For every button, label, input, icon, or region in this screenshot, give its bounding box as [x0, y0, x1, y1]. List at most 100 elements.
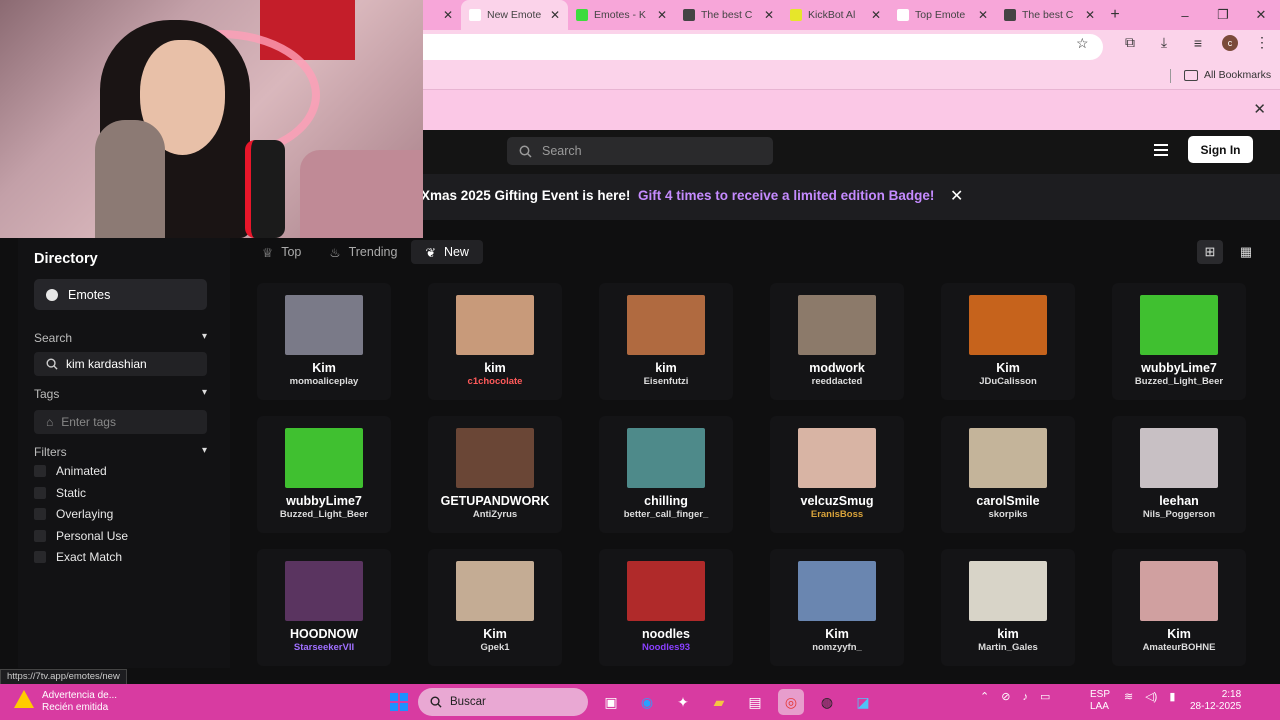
search-section-toggle[interactable]: Search ▾ — [34, 331, 207, 345]
emote-author[interactable]: skorpiks — [941, 509, 1075, 520]
browser-tab[interactable]: The best C ✕ — [996, 0, 1103, 30]
tags-section-toggle[interactable]: Tags ▾ — [34, 387, 207, 401]
download-icon[interactable]: ⤓ — [1154, 34, 1174, 51]
tab-trending[interactable]: ♨ Trending — [315, 240, 411, 264]
tab-new[interactable]: ❦ New — [411, 240, 483, 264]
filter-animated[interactable]: Animated — [34, 464, 107, 478]
chrome-icon[interactable]: ◎ — [778, 689, 804, 715]
tray-app-icon[interactable]: ▭ — [1040, 690, 1050, 703]
bookmark-star-icon[interactable]: ☆ — [1076, 35, 1089, 52]
browser-tab[interactable]: ✕ — [423, 0, 461, 30]
browser-tab[interactable]: Emotes - K ✕ — [568, 0, 675, 30]
address-input[interactable] — [423, 34, 1103, 60]
emote-author[interactable]: Martin_Gales — [941, 642, 1075, 653]
emote-author[interactable]: Buzzed_Light_Beer — [1112, 376, 1246, 387]
browser-tab-active[interactable]: New Emote ✕ — [461, 0, 568, 30]
emote-author[interactable]: nomzyyfn_ — [770, 642, 904, 653]
filters-section-toggle[interactable]: Filters ▾ — [34, 445, 207, 459]
emote-card[interactable]: GETUPANDWORK AntiZyrus — [428, 416, 562, 533]
close-tab-icon[interactable]: ✕ — [871, 8, 881, 22]
emote-card[interactable]: Kim Gpek1 — [428, 549, 562, 666]
emote-card[interactable]: Kim JDuCalisson — [941, 283, 1075, 400]
emote-author[interactable]: AmateurBOHNE — [1112, 642, 1246, 653]
emote-author[interactable]: Noodles93 — [599, 642, 733, 653]
filter-checkbox[interactable] — [34, 530, 46, 542]
new-tab-icon[interactable]: + — [1103, 6, 1127, 24]
close-tab-icon[interactable]: ✕ — [978, 8, 988, 22]
browser-tab[interactable]: Top Emote ✕ — [889, 0, 996, 30]
close-tab-icon[interactable]: ✕ — [443, 8, 453, 22]
emote-author[interactable]: JDuCalisson — [941, 376, 1075, 387]
taskbar-search[interactable]: Buscar — [418, 688, 588, 716]
emote-author[interactable]: better_call_finger_ — [599, 509, 733, 520]
close-banner-icon[interactable]: ✕ — [950, 186, 963, 206]
emote-card[interactable]: Kim AmateurBOHNE — [1112, 549, 1246, 666]
close-tab-icon[interactable]: ✕ — [657, 8, 667, 22]
emote-card[interactable]: HOODNOW StarseekerVII — [257, 549, 391, 666]
emote-author[interactable]: momoaliceplay — [257, 376, 391, 387]
extensions-icon[interactable]: ⧉ — [1120, 34, 1140, 51]
emote-search-input[interactable]: kim kardashian — [34, 352, 207, 376]
filter-static[interactable]: Static — [34, 486, 86, 500]
tags-input[interactable]: ⌂ Enter tags — [34, 410, 207, 434]
app-icon[interactable]: ◪ — [850, 689, 876, 715]
chevron-up-icon[interactable]: ⌃ — [980, 690, 989, 703]
language-indicator[interactable]: ESP LAA — [1090, 689, 1110, 713]
emote-card[interactable]: wubbyLime7 Buzzed_Light_Beer — [257, 416, 391, 533]
volume-icon[interactable]: ◁) — [1145, 690, 1157, 703]
browser-tab[interactable]: KickBot Al ✕ — [782, 0, 889, 30]
close-infobar-icon[interactable]: ✕ — [1253, 100, 1266, 118]
close-tab-icon[interactable]: ✕ — [764, 8, 774, 22]
emote-card[interactable]: leehan Nils_Poggerson — [1112, 416, 1246, 533]
filter-checkbox[interactable] — [34, 551, 46, 563]
grid-large-view-icon[interactable]: ⊞ — [1197, 240, 1223, 264]
battery-icon[interactable]: ▮ — [1169, 690, 1175, 703]
emote-card[interactable]: kim Martin_Gales — [941, 549, 1075, 666]
copilot-icon[interactable]: ✦ — [670, 689, 696, 715]
emote-card[interactable]: noodles Noodles93 — [599, 549, 733, 666]
obs-icon[interactable]: ◍ — [814, 689, 840, 715]
minimize-icon[interactable]: – — [1166, 8, 1204, 23]
emote-author[interactable]: StarseekerVII — [257, 642, 391, 653]
filter-exact-match[interactable]: Exact Match — [34, 550, 122, 564]
banner-gift-link[interactable]: Gift 4 times to receive a limited editio… — [638, 188, 934, 203]
emote-card[interactable]: modwork reeddacted — [770, 283, 904, 400]
emote-author[interactable]: EranisBoss — [770, 509, 904, 520]
emote-card[interactable]: kim c1chocolate — [428, 283, 562, 400]
media-queue-icon[interactable]: ≡ — [1188, 35, 1208, 51]
menu-kebab-icon[interactable]: ⋮ — [1252, 34, 1272, 51]
site-search-input[interactable]: Search — [507, 137, 773, 165]
emote-card[interactable]: wubbyLime7 Buzzed_Light_Beer — [1112, 283, 1246, 400]
filter-checkbox[interactable] — [34, 465, 46, 477]
close-tab-icon[interactable]: ✕ — [550, 8, 560, 22]
notification-item[interactable]: Advertencia de... Recién emitida — [14, 690, 117, 714]
emote-author[interactable]: reeddacted — [770, 376, 904, 387]
sign-in-button[interactable]: Sign In — [1188, 136, 1253, 163]
emotes-nav-button[interactable]: Emotes — [34, 279, 207, 310]
maximize-icon[interactable]: ❐ — [1204, 7, 1242, 23]
emote-card[interactable]: velcuzSmug EranisBoss — [770, 416, 904, 533]
windows-start-icon[interactable] — [390, 693, 408, 711]
emote-author[interactable]: Nils_Poggerson — [1112, 509, 1246, 520]
emote-card[interactable]: Kim momoaliceplay — [257, 283, 391, 400]
emote-card[interactable]: kim Eisenfutzi — [599, 283, 733, 400]
emote-card[interactable]: Kim nomzyyfn_ — [770, 549, 904, 666]
filter-overlaying[interactable]: Overlaying — [34, 507, 113, 521]
emote-card[interactable]: chilling better_call_finger_ — [599, 416, 733, 533]
store-icon[interactable]: ▤ — [742, 689, 768, 715]
edge-icon[interactable]: ◉ — [634, 689, 660, 715]
wifi-icon[interactable]: ≋ — [1124, 690, 1133, 703]
all-bookmarks-button[interactable]: All Bookmarks — [1184, 69, 1271, 81]
clock[interactable]: 2:18 28-12-2025 — [1190, 689, 1241, 713]
close-tab-icon[interactable]: ✕ — [1085, 8, 1095, 22]
task-view-icon[interactable]: ▣ — [598, 689, 624, 715]
grid-small-view-icon[interactable]: ▦ — [1233, 240, 1259, 264]
browser-tab[interactable]: The best C ✕ — [675, 0, 782, 30]
microphone-icon[interactable]: ♪ — [1022, 691, 1028, 703]
network-off-icon[interactable]: ⊘ — [1001, 690, 1010, 703]
emote-author[interactable]: Eisenfutzi — [599, 376, 733, 387]
filter-personal-use[interactable]: Personal Use — [34, 529, 128, 543]
profile-avatar[interactable]: c — [1222, 34, 1238, 51]
emote-card[interactable]: carolSmile skorpiks — [941, 416, 1075, 533]
emote-author[interactable]: c1chocolate — [428, 376, 562, 387]
